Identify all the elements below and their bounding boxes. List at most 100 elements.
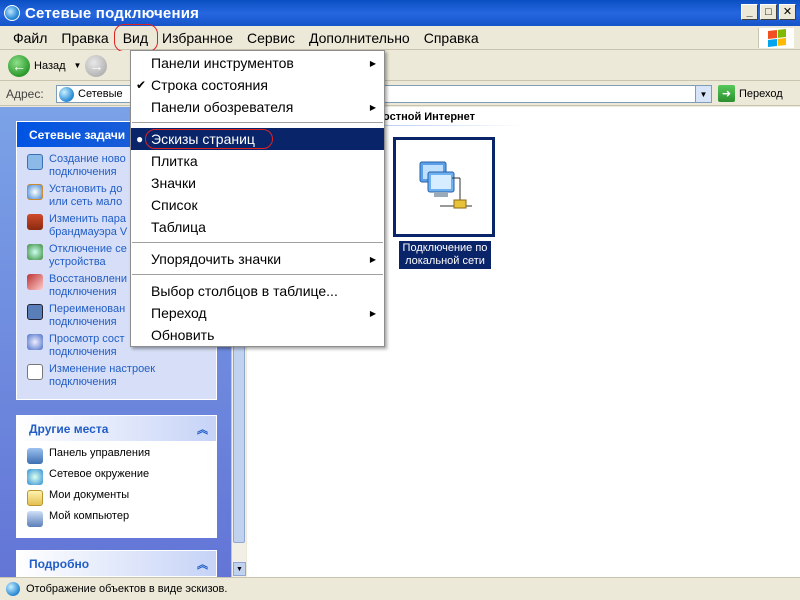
scroll-down-arrow[interactable]: ▼ [233, 562, 246, 576]
place-my-computer[interactable]: Мой компьютер [27, 510, 208, 527]
forward-arrow-icon: → [85, 54, 108, 77]
place-label: Панель управления [49, 447, 151, 459]
task-label-line2: устройства [49, 256, 106, 268]
place-label: Мои документы [49, 489, 130, 501]
menu-item-arrange-icons[interactable]: Упорядочить значки ▶ [131, 248, 384, 270]
task-change-settings[interactable]: Изменение настроек подключения [27, 363, 208, 389]
go-button[interactable]: ➜ Переход [718, 85, 783, 102]
network-places-icon [27, 469, 43, 485]
task-label-line1: Изменение настроек [49, 363, 156, 375]
go-arrow-icon: ➜ [718, 85, 735, 102]
menu-tools[interactable]: Сервис [240, 28, 302, 48]
view-menu-dropdown: Панели инструментов ▶ ✔ Строка состояния… [130, 50, 385, 347]
menu-item-label: Упорядочить значки [151, 251, 282, 267]
task-label-line2: подключения [49, 166, 117, 178]
lan-connection-icon [419, 161, 472, 209]
place-my-documents[interactable]: Мои документы [27, 489, 208, 506]
menu-item-details[interactable]: Таблица [131, 216, 384, 238]
lan-connection-caption[interactable]: Подключение по локальной сети [399, 241, 491, 269]
menu-item-list[interactable]: Список [131, 194, 384, 216]
task-label-line1: Установить до [49, 183, 123, 195]
caption-line2: локальной сети [405, 255, 485, 267]
menu-view[interactable]: Вид [113, 23, 159, 52]
menu-item-label: Значки [151, 175, 196, 191]
new-connection-icon [27, 154, 43, 170]
address-bar: Адрес: Сетевые ▼ ➜ Переход [0, 82, 800, 106]
caption-line1: Подключение по [402, 242, 488, 254]
control-panel-icon [27, 448, 43, 464]
highlight-oval [145, 129, 273, 149]
menu-favorites[interactable]: Избранное [155, 28, 240, 48]
go-label: Переход [739, 87, 783, 100]
toolbar: ← Назад ▼ → [0, 51, 800, 81]
title-bar[interactable]: Сетевые подключения _ □ ✕ [0, 0, 800, 26]
menu-item-choose-columns[interactable]: Выбор столбцов в таблице... [131, 280, 384, 302]
menu-separator [132, 274, 383, 275]
menu-item-label: Строка состояния [151, 77, 268, 93]
minimize-button[interactable]: _ [741, 4, 758, 20]
menu-item-icons[interactable]: Значки [131, 172, 384, 194]
menu-separator [132, 242, 383, 243]
folder-icon [27, 490, 43, 506]
other-places-list: Панель управления Сетевое окружение Мои … [17, 441, 216, 537]
menu-item-label: Обновить [151, 327, 215, 343]
address-value: Сетевые [78, 88, 123, 100]
address-dropdown-icon[interactable]: ▼ [695, 86, 711, 102]
menu-advanced[interactable]: Дополнительно [302, 28, 417, 48]
menu-bar: Файл Правка Вид Избранное Сервис Дополни… [0, 23, 800, 52]
windows-logo [758, 28, 794, 48]
menu-separator [132, 122, 383, 123]
menu-item-toolbars[interactable]: Панели инструментов ▶ [131, 52, 384, 74]
menu-item-label: Плитка [151, 153, 198, 169]
collapse-chevron-icon[interactable]: ︽ [197, 421, 208, 437]
task-label-line2: брандмауэра V [49, 226, 128, 238]
menu-item-label: Переход [151, 305, 207, 321]
network-connections-icon [4, 5, 20, 21]
lan-connection-thumbnail[interactable] [393, 137, 495, 237]
forward-button[interactable]: → [85, 54, 108, 77]
close-button[interactable]: ✕ [779, 4, 796, 20]
back-label: Назад [34, 59, 66, 72]
other-places-panel: Другие места ︽ Панель управления Сетевое… [16, 415, 217, 538]
menu-item-status-bar[interactable]: ✔ Строка состояния [131, 74, 384, 96]
home-network-icon [27, 184, 43, 200]
window-title: Сетевые подключения [25, 4, 200, 22]
properties-icon [27, 364, 43, 380]
menu-edit[interactable]: Правка [54, 28, 115, 48]
windows-flag-icon [767, 29, 786, 47]
status-text: Отображение объектов в виде эскизов. [26, 583, 228, 595]
task-label-line2: подключения [49, 346, 117, 358]
checkmark-icon: ✔ [136, 78, 147, 92]
network-globe-icon [59, 86, 74, 102]
menu-help[interactable]: Справка [417, 28, 486, 48]
menu-item-go-to[interactable]: Переход ▶ [131, 302, 384, 324]
menu-item-label: Таблица [151, 219, 206, 235]
back-dropdown-icon[interactable]: ▼ [74, 61, 82, 70]
menu-item-thumbnails[interactable]: ● Эскизы страниц [131, 128, 384, 150]
other-places-header[interactable]: Другие места ︽ [17, 416, 216, 441]
maximize-button[interactable]: □ [760, 4, 777, 20]
task-label-line1: Отключение се [49, 243, 127, 255]
place-network[interactable]: Сетевое окружение [27, 468, 208, 485]
menu-item-explorer-bars[interactable]: Панели обозревателя ▶ [131, 96, 384, 118]
submenu-arrow-icon: ▶ [369, 308, 376, 318]
status-bar: Отображение объектов в виде эскизов. [0, 577, 800, 600]
repair-icon [27, 274, 43, 290]
computer-icon [27, 511, 43, 527]
place-control-panel[interactable]: Панель управления [27, 447, 208, 464]
place-label: Мой компьютер [49, 510, 130, 522]
firewall-icon [27, 214, 43, 230]
back-button[interactable]: ← Назад ▼ [8, 54, 85, 77]
task-label-line2: подключения [49, 316, 117, 328]
menu-item-refresh[interactable]: Обновить [131, 324, 384, 346]
task-label-line1: Восстановлени [49, 273, 128, 285]
menu-file[interactable]: Файл [6, 28, 54, 48]
task-label-line1: Создание ново [49, 153, 126, 165]
menu-item-tiles[interactable]: Плитка [131, 150, 384, 172]
disable-network-icon [27, 244, 43, 260]
submenu-arrow-icon: ▶ [369, 102, 376, 112]
expand-chevron-icon[interactable]: ︽ [197, 556, 208, 572]
network-tasks-title: Сетевые задачи [29, 127, 126, 142]
details-header[interactable]: Подробно ︽ [17, 551, 216, 576]
submenu-arrow-icon: ▶ [369, 58, 376, 68]
